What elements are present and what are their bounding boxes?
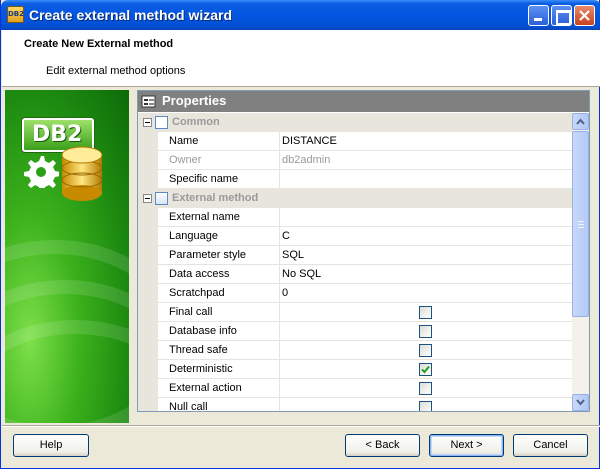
null-call-checkbox[interactable] [419,401,432,411]
property-row-final-call[interactable]: Final call [138,303,572,322]
property-value[interactable]: No SQL [282,268,321,280]
property-value[interactable]: DISTANCE [282,135,337,147]
category-label: External method [172,192,259,204]
property-value[interactable]: C [282,230,290,242]
deterministic-checkbox[interactable] [419,363,432,376]
title-bar[interactable]: DB2 Create external method wizard [1,0,600,30]
chevron-down-icon [576,399,585,406]
maximize-button[interactable] [551,5,572,26]
chevron-up-icon [576,118,585,125]
property-grid: Common Name DISTANCE Owner db2admin Spec… [138,113,572,411]
gear-icon [24,156,59,188]
collapse-icon[interactable] [143,194,152,203]
property-name: Scratchpad [169,287,225,299]
footer-divider [2,425,600,427]
thread-safe-checkbox[interactable] [419,344,432,357]
minimize-button[interactable] [528,5,549,26]
window-title: Create external method wizard [29,7,233,23]
external-action-checkbox[interactable] [419,382,432,395]
property-name: Database info [169,325,237,337]
scroll-up-button[interactable] [572,113,589,130]
close-button[interactable] [574,5,595,26]
page-title: Create New External method [24,38,174,50]
cancel-button[interactable]: Cancel [513,434,588,457]
property-name: Deterministic [169,363,233,375]
property-value[interactable]: 0 [282,287,288,299]
close-icon [579,10,590,21]
property-name: Specific name [169,173,239,185]
database-icon [61,146,103,201]
property-row-name[interactable]: Name DISTANCE [138,132,572,151]
property-row-owner: Owner db2admin [138,151,572,170]
property-row-external-name[interactable]: External name [138,208,572,227]
property-name: Final call [169,306,213,318]
property-value[interactable]: SQL [282,249,304,261]
property-row-parameter-style[interactable]: Parameter style SQL [138,246,572,265]
side-banner: DB2 [5,90,129,423]
property-row-data-access[interactable]: Data access No SQL [138,265,572,284]
category-common[interactable]: Common [138,113,572,132]
properties-panel: Properties Common Name DISTANCE Owner db… [137,90,590,412]
property-row-null-call[interactable]: Null call [138,398,572,411]
property-name: Thread safe [169,344,228,356]
property-row-thread-safe[interactable]: Thread safe [138,341,572,360]
property-row-specific-name[interactable]: Specific name [138,170,572,189]
wizard-header: Create New External method Edit external… [2,30,600,87]
database-info-checkbox[interactable] [419,325,432,338]
final-call-checkbox[interactable] [419,306,432,319]
swoosh-decoration [5,320,129,423]
category-external-method[interactable]: External method [138,189,572,208]
vertical-scrollbar[interactable] [572,113,589,411]
next-button[interactable]: Next > [429,434,504,457]
back-button[interactable]: < Back [345,434,420,457]
checkmark-icon [421,365,430,374]
scroll-thumb[interactable] [572,131,589,317]
property-name: Null call [169,401,208,411]
property-value: db2admin [282,154,331,166]
property-row-scratchpad[interactable]: Scratchpad 0 [138,284,572,303]
property-row-external-action[interactable]: External action [138,379,572,398]
wizard-window: DB2 Create external method wizard Create… [0,0,600,469]
property-name: Data access [169,268,230,280]
category-icon [155,116,168,129]
properties-icon [141,95,156,108]
property-name: Name [169,135,199,147]
property-row-deterministic[interactable]: Deterministic [138,360,572,379]
collapse-icon[interactable] [143,118,152,127]
app-icon: DB2 [7,6,24,23]
property-name: External action [169,382,242,394]
property-name: Owner [169,154,202,166]
property-name: Language [169,230,218,242]
scroll-down-button[interactable] [572,394,589,411]
property-row-database-info[interactable]: Database info [138,322,572,341]
help-button[interactable]: Help [13,434,89,457]
category-icon [155,192,168,205]
property-name: Parameter style [169,249,247,261]
properties-header: Properties [138,91,589,112]
property-row-language[interactable]: Language C [138,227,572,246]
properties-title: Properties [162,93,227,108]
property-name: External name [169,211,240,223]
page-subtitle: Edit external method options [46,65,186,77]
category-label: Common [172,116,220,128]
